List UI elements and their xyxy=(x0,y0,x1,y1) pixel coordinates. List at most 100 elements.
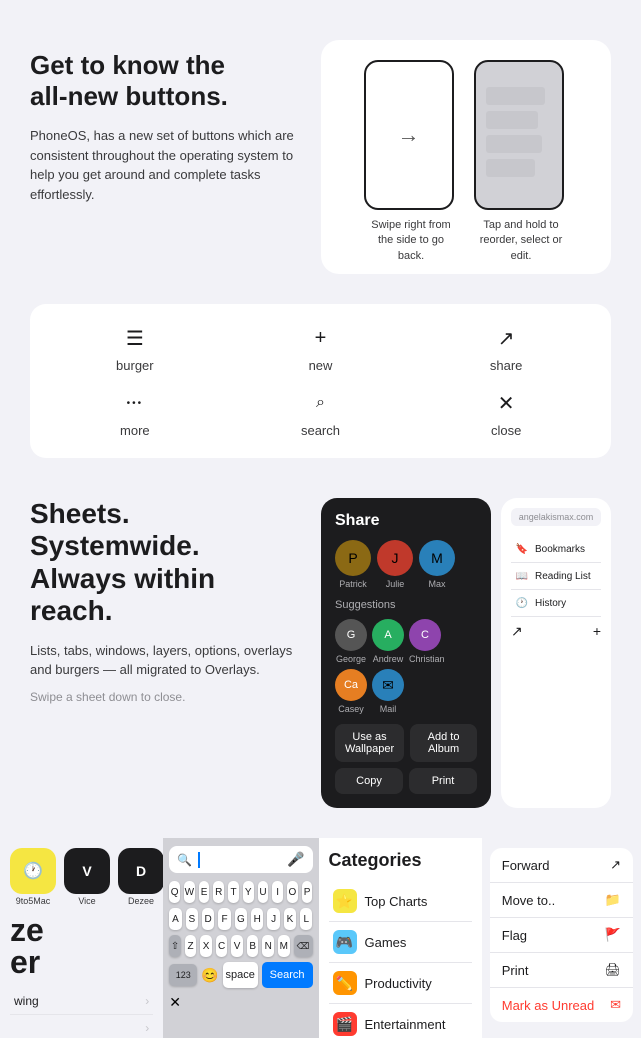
bookmarks-label: Bookmarks xyxy=(535,544,585,555)
category-top-charts[interactable]: ⭐ Top Charts xyxy=(329,881,472,922)
suggestion-mail[interactable]: ✉ Mail xyxy=(372,669,404,714)
key-j[interactable]: J xyxy=(267,908,279,930)
print-button[interactable]: Print xyxy=(409,768,477,794)
search-bar[interactable]: 🔍 🎤 xyxy=(169,846,312,873)
ctx-move-to[interactable]: Move to.. 📁 xyxy=(490,883,633,918)
key-x[interactable]: X xyxy=(200,935,212,957)
key-y[interactable]: Y xyxy=(243,881,254,903)
suggestion-christian-name: Christian xyxy=(409,654,445,664)
new-icon: + xyxy=(315,324,327,352)
contact-max-name: Max xyxy=(419,579,455,589)
reading-list-item[interactable]: 📖 Reading List xyxy=(511,563,601,590)
icon-item-close[interactable]: ✕ close xyxy=(421,389,591,438)
icon-item-more[interactable]: ••• more xyxy=(50,389,220,438)
reading-list-icon: 📖 xyxy=(515,569,529,583)
key-a[interactable]: A xyxy=(169,908,181,930)
phone-frame-left: → xyxy=(364,60,454,210)
ctx-mark-unread[interactable]: Mark as Unread ✉ xyxy=(490,988,633,1022)
key-g[interactable]: G xyxy=(235,908,247,930)
key-i[interactable]: I xyxy=(272,881,283,903)
emoji-key[interactable]: 😊 xyxy=(201,967,218,984)
app-9to5mac[interactable]: 🕐 9to5Mac xyxy=(10,848,56,906)
space-key[interactable]: space xyxy=(223,962,258,988)
key-d[interactable]: D xyxy=(202,908,214,930)
shift-key[interactable]: ⇧ xyxy=(169,935,181,957)
suggestion-christian[interactable]: C Christian xyxy=(409,619,445,664)
key-r[interactable]: R xyxy=(213,881,224,903)
category-productivity[interactable]: ✏️ Productivity xyxy=(329,963,472,1004)
icon-item-share[interactable]: ↗ share xyxy=(421,324,591,373)
search-bar-icon: 🔍 xyxy=(177,853,192,867)
share-title: Share xyxy=(335,512,477,530)
key-t[interactable]: T xyxy=(228,881,239,903)
add-to-album-button[interactable]: Add to Album xyxy=(410,724,477,762)
burger-label: burger xyxy=(116,358,154,373)
delete-key[interactable]: ⌫ xyxy=(294,935,313,957)
microphone-icon[interactable]: 🎤 xyxy=(287,851,304,868)
contact-julie[interactable]: J Julie xyxy=(377,540,413,589)
safari-external-link-icon[interactable]: ↗ xyxy=(511,623,523,640)
key-b[interactable]: B xyxy=(247,935,259,957)
key-h[interactable]: H xyxy=(251,908,263,930)
share-sheet: Share P Patrick J Julie M Max Suggestion… xyxy=(321,498,491,808)
contact-max[interactable]: M Max xyxy=(419,540,455,589)
games-icon: 🎮 xyxy=(333,930,357,954)
strip-appstore: Categories ⭐ Top Charts 🎮 Games ✏️ Produ… xyxy=(319,838,482,1038)
category-entertainment[interactable]: 🎬 Entertainment xyxy=(329,1004,472,1038)
section-sheets: Sheets.Systemwide.Always within reach. L… xyxy=(0,478,641,838)
key-c[interactable]: C xyxy=(216,935,228,957)
key-m[interactable]: M xyxy=(278,935,290,957)
key-p[interactable]: P xyxy=(302,881,313,903)
avatar-andrew: A xyxy=(372,619,404,651)
suggestion-george[interactable]: G George xyxy=(335,619,367,664)
list-item-wing[interactable]: wing › xyxy=(10,988,153,1015)
key-e[interactable]: E xyxy=(199,881,210,903)
phone-demo-left: → Swipe right from the side to go back. xyxy=(364,60,459,264)
icon-item-new[interactable]: + new xyxy=(236,324,406,373)
key-s[interactable]: S xyxy=(186,908,198,930)
key-o[interactable]: O xyxy=(287,881,298,903)
key-l[interactable]: L xyxy=(300,908,312,930)
suggestion-casey[interactable]: Ca Casey xyxy=(335,669,367,714)
suggestion-casey-name: Casey xyxy=(335,704,367,714)
share-label: share xyxy=(490,358,523,373)
key-n[interactable]: N xyxy=(262,935,274,957)
contact-patrick[interactable]: P Patrick xyxy=(335,540,371,589)
list-item-empty[interactable]: › xyxy=(10,1015,153,1038)
key-f[interactable]: F xyxy=(218,908,230,930)
bookmarks-item[interactable]: 🔖 Bookmarks xyxy=(511,536,601,563)
phone-line xyxy=(486,135,542,153)
phone-right-caption: Tap and hold to reorder, select or edit. xyxy=(474,218,569,264)
key-q[interactable]: Q xyxy=(169,881,180,903)
ctx-print[interactable]: Print 🖨 xyxy=(490,953,633,988)
safari-url: angelakismax.com xyxy=(511,508,601,526)
search-button[interactable]: Search xyxy=(262,962,313,988)
app-vice[interactable]: V Vice xyxy=(64,848,110,906)
keyboard-dismiss-icon[interactable]: ✕ xyxy=(169,994,181,1011)
app-icons-row: 🕐 9to5Mac V Vice D Dezee xyxy=(10,848,153,906)
key-w[interactable]: W xyxy=(184,881,195,903)
safari-add-icon[interactable]: + xyxy=(593,623,601,640)
key-z[interactable]: Z xyxy=(185,935,197,957)
key-u[interactable]: U xyxy=(258,881,269,903)
mark-unread-icon: ✉ xyxy=(610,997,621,1013)
ctx-forward[interactable]: Forward ↗ xyxy=(490,848,633,883)
use-as-wallpaper-button[interactable]: Use as Wallpaper xyxy=(335,724,404,762)
close-icon: ✕ xyxy=(498,389,515,417)
category-games[interactable]: 🎮 Games xyxy=(329,922,472,963)
buttons-description: Get to know the all-new buttons. PhoneOS… xyxy=(30,40,301,274)
productivity-icon: ✏️ xyxy=(333,971,357,995)
ctx-flag[interactable]: Flag 🚩 xyxy=(490,918,633,953)
icon-item-search[interactable]: ⌕ search xyxy=(236,389,406,438)
contact-julie-name: Julie xyxy=(377,579,413,589)
share-icon: ↗ xyxy=(498,324,515,352)
numbers-key[interactable]: 123 xyxy=(169,964,197,986)
key-k[interactable]: K xyxy=(284,908,296,930)
icon-item-burger[interactable]: ☰ burger xyxy=(50,324,220,373)
app-dezee[interactable]: D Dezee xyxy=(118,848,163,906)
share-actions: Use as Wallpaper Add to Album Copy Print xyxy=(335,724,477,794)
suggestion-andrew[interactable]: A Andrew xyxy=(372,619,404,664)
history-item[interactable]: 🕐 History xyxy=(511,590,601,617)
key-v[interactable]: V xyxy=(231,935,243,957)
copy-button[interactable]: Copy xyxy=(335,768,403,794)
